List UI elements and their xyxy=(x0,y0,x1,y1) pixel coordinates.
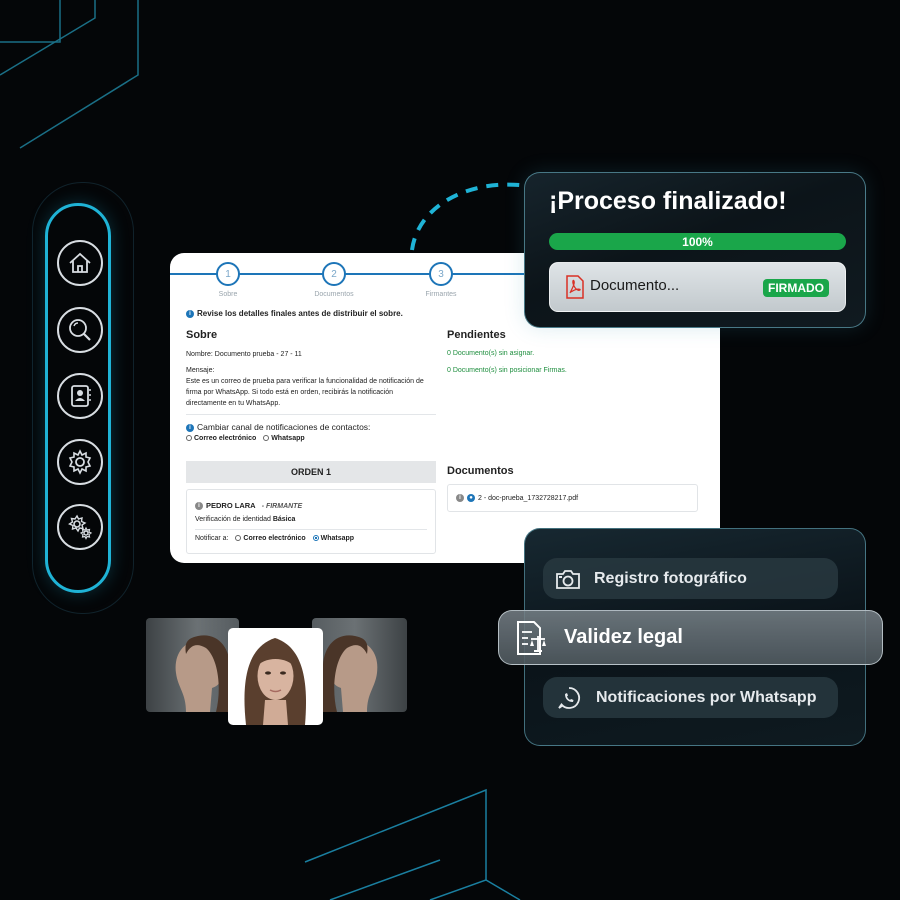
front-photo xyxy=(228,628,323,725)
gears-icon xyxy=(68,514,93,540)
info-icon: i xyxy=(195,502,203,511)
canal-whatsapp-option[interactable]: Whatsapp xyxy=(263,435,305,442)
camera-icon xyxy=(556,569,580,589)
signer-card: i PEDRO LARA - FIRMANTE Verificación de i… xyxy=(186,489,436,554)
user-icon: ● xyxy=(467,494,475,502)
radio-icon xyxy=(186,435,192,442)
canal-label: i Cambiar canal de notificaciones de cont… xyxy=(186,422,370,432)
step-2-label: Documentos xyxy=(314,291,354,298)
notify-email-option[interactable]: Correo electrónico xyxy=(235,535,306,542)
sidebar-item-advanced-settings[interactable] xyxy=(57,504,103,550)
home-icon xyxy=(69,252,91,273)
sidebar-item-home[interactable] xyxy=(57,240,103,286)
verification-row: Verificación de identidad Básica xyxy=(195,516,296,523)
pdf-icon xyxy=(566,275,584,299)
progress-label: 100% xyxy=(682,234,713,249)
radio-icon xyxy=(263,435,270,442)
search-icon xyxy=(69,319,91,341)
sobre-mensaje-line: firma por WhatsApp. Si todo está en orde… xyxy=(186,389,393,396)
signer-role: - FIRMANTE xyxy=(261,503,303,510)
process-title: ¡Proceso finalizado! xyxy=(549,187,787,215)
feature-photo-record[interactable]: Registro fotográfico xyxy=(543,558,838,599)
document-row: i ● 2 - doc-prueba_1732728217.pdf xyxy=(456,494,578,502)
step-1-label: Sobre xyxy=(218,291,238,298)
notify-row: Notificar a: Correo electrónico Whatsapp xyxy=(195,535,355,542)
feature-label: Notificaciones por Whatsapp xyxy=(596,688,817,706)
sidebar-item-search[interactable] xyxy=(57,307,103,353)
step-2[interactable]: 2 xyxy=(322,262,346,286)
whatsapp-icon xyxy=(558,686,580,709)
feature-legal-validity[interactable]: Validez legal xyxy=(498,610,883,665)
contacts-icon xyxy=(71,385,91,407)
step-1[interactable]: 1 xyxy=(216,262,240,286)
signed-document[interactable]: Documento... FIRMADO xyxy=(549,262,846,312)
radio-checked-icon xyxy=(312,535,319,542)
sobre-mensaje-label: Mensaje: xyxy=(186,367,215,374)
sidebar-item-settings[interactable] xyxy=(57,439,103,485)
pendientes-heading: Pendientes xyxy=(447,329,506,341)
profile-photo-left xyxy=(146,618,239,712)
pendientes-item: 0 Documento(s) sin asignar. xyxy=(447,350,535,357)
face-profile-image xyxy=(175,635,232,712)
radio-icon xyxy=(235,535,242,542)
sidebar xyxy=(45,203,111,593)
review-notice: i Revise los detalles finales antes de di… xyxy=(186,309,403,318)
face-profile-image xyxy=(321,635,378,712)
info-icon: i xyxy=(456,494,464,502)
info-icon: i xyxy=(186,423,194,432)
documentos-heading: Documentos xyxy=(447,465,514,477)
step-3-label: Firmantes xyxy=(425,291,457,298)
feature-label: Registro fotográfico xyxy=(594,569,747,587)
canal-options: Correo electrónico Whatsapp xyxy=(186,435,305,442)
document-item[interactable]: i ● 2 - doc-prueba_1732728217.pdf xyxy=(447,484,698,512)
sobre-mensaje-line: directamente en tu WhatsApp. xyxy=(186,400,281,407)
process-finished-card: ¡Proceso finalizado! 100% Documento... F… xyxy=(524,172,866,328)
divider xyxy=(195,529,427,530)
signer-row: i PEDRO LARA - FIRMANTE xyxy=(195,501,303,511)
canal-email-option[interactable]: Correo electrónico xyxy=(186,435,256,442)
face-front-image xyxy=(244,638,307,725)
progress-bar: 100% xyxy=(549,233,846,250)
sobre-nombre: Nombre: Documento prueba - 27 - 11 xyxy=(186,351,302,358)
gear-icon xyxy=(68,449,92,475)
divider xyxy=(186,414,436,415)
document-name: Documento... xyxy=(590,277,680,294)
feature-label: Validez legal xyxy=(564,626,683,648)
feature-whatsapp-notifications[interactable]: Notificaciones por Whatsapp xyxy=(543,677,838,718)
step-3[interactable]: 3 xyxy=(429,262,453,286)
info-icon: i xyxy=(186,309,194,318)
signer-name: PEDRO LARA xyxy=(206,501,256,510)
sobre-heading: Sobre xyxy=(186,329,218,341)
pendientes-item: 0 Documento(s) sin posicionar Firmas. xyxy=(447,367,567,374)
profile-photo-right xyxy=(312,618,407,712)
sidebar-item-contacts[interactable] xyxy=(57,373,103,419)
orden-header: ORDEN 1 xyxy=(186,461,436,483)
sobre-mensaje-line: Este es un correo de prueba para verific… xyxy=(186,378,424,385)
status-badge: FIRMADO xyxy=(763,279,829,297)
legal-document-icon xyxy=(517,620,546,655)
notify-whatsapp-option[interactable]: Whatsapp xyxy=(312,535,354,542)
